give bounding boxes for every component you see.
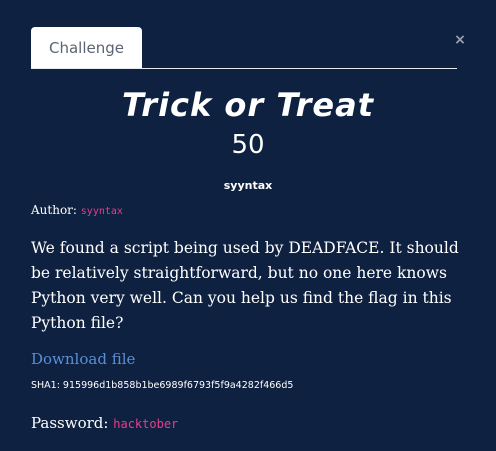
author-label: Author: — [31, 203, 77, 217]
password-value: hacktober — [113, 417, 179, 431]
tab-bar: Challenge — [31, 27, 457, 69]
challenge-title: Trick or Treat — [121, 86, 375, 124]
tab-challenge[interactable]: Challenge — [31, 27, 142, 68]
author-line: Author: syyntax — [31, 203, 123, 217]
challenge-description: We found a script being used by DEADFACE… — [31, 239, 459, 332]
sha1-hash: SHA1: 915996d1b858b1be6989f6793f5f9a4282… — [31, 380, 294, 391]
challenge-points: 50 — [231, 130, 265, 160]
close-icon[interactable]: × — [453, 33, 467, 47]
challenge-handle: syyntax — [223, 179, 273, 192]
download-file-link[interactable]: Download file — [31, 350, 135, 368]
author-name: syyntax — [80, 206, 123, 217]
password-line: Password: hacktober — [31, 414, 178, 432]
password-label: Password: — [31, 414, 109, 432]
